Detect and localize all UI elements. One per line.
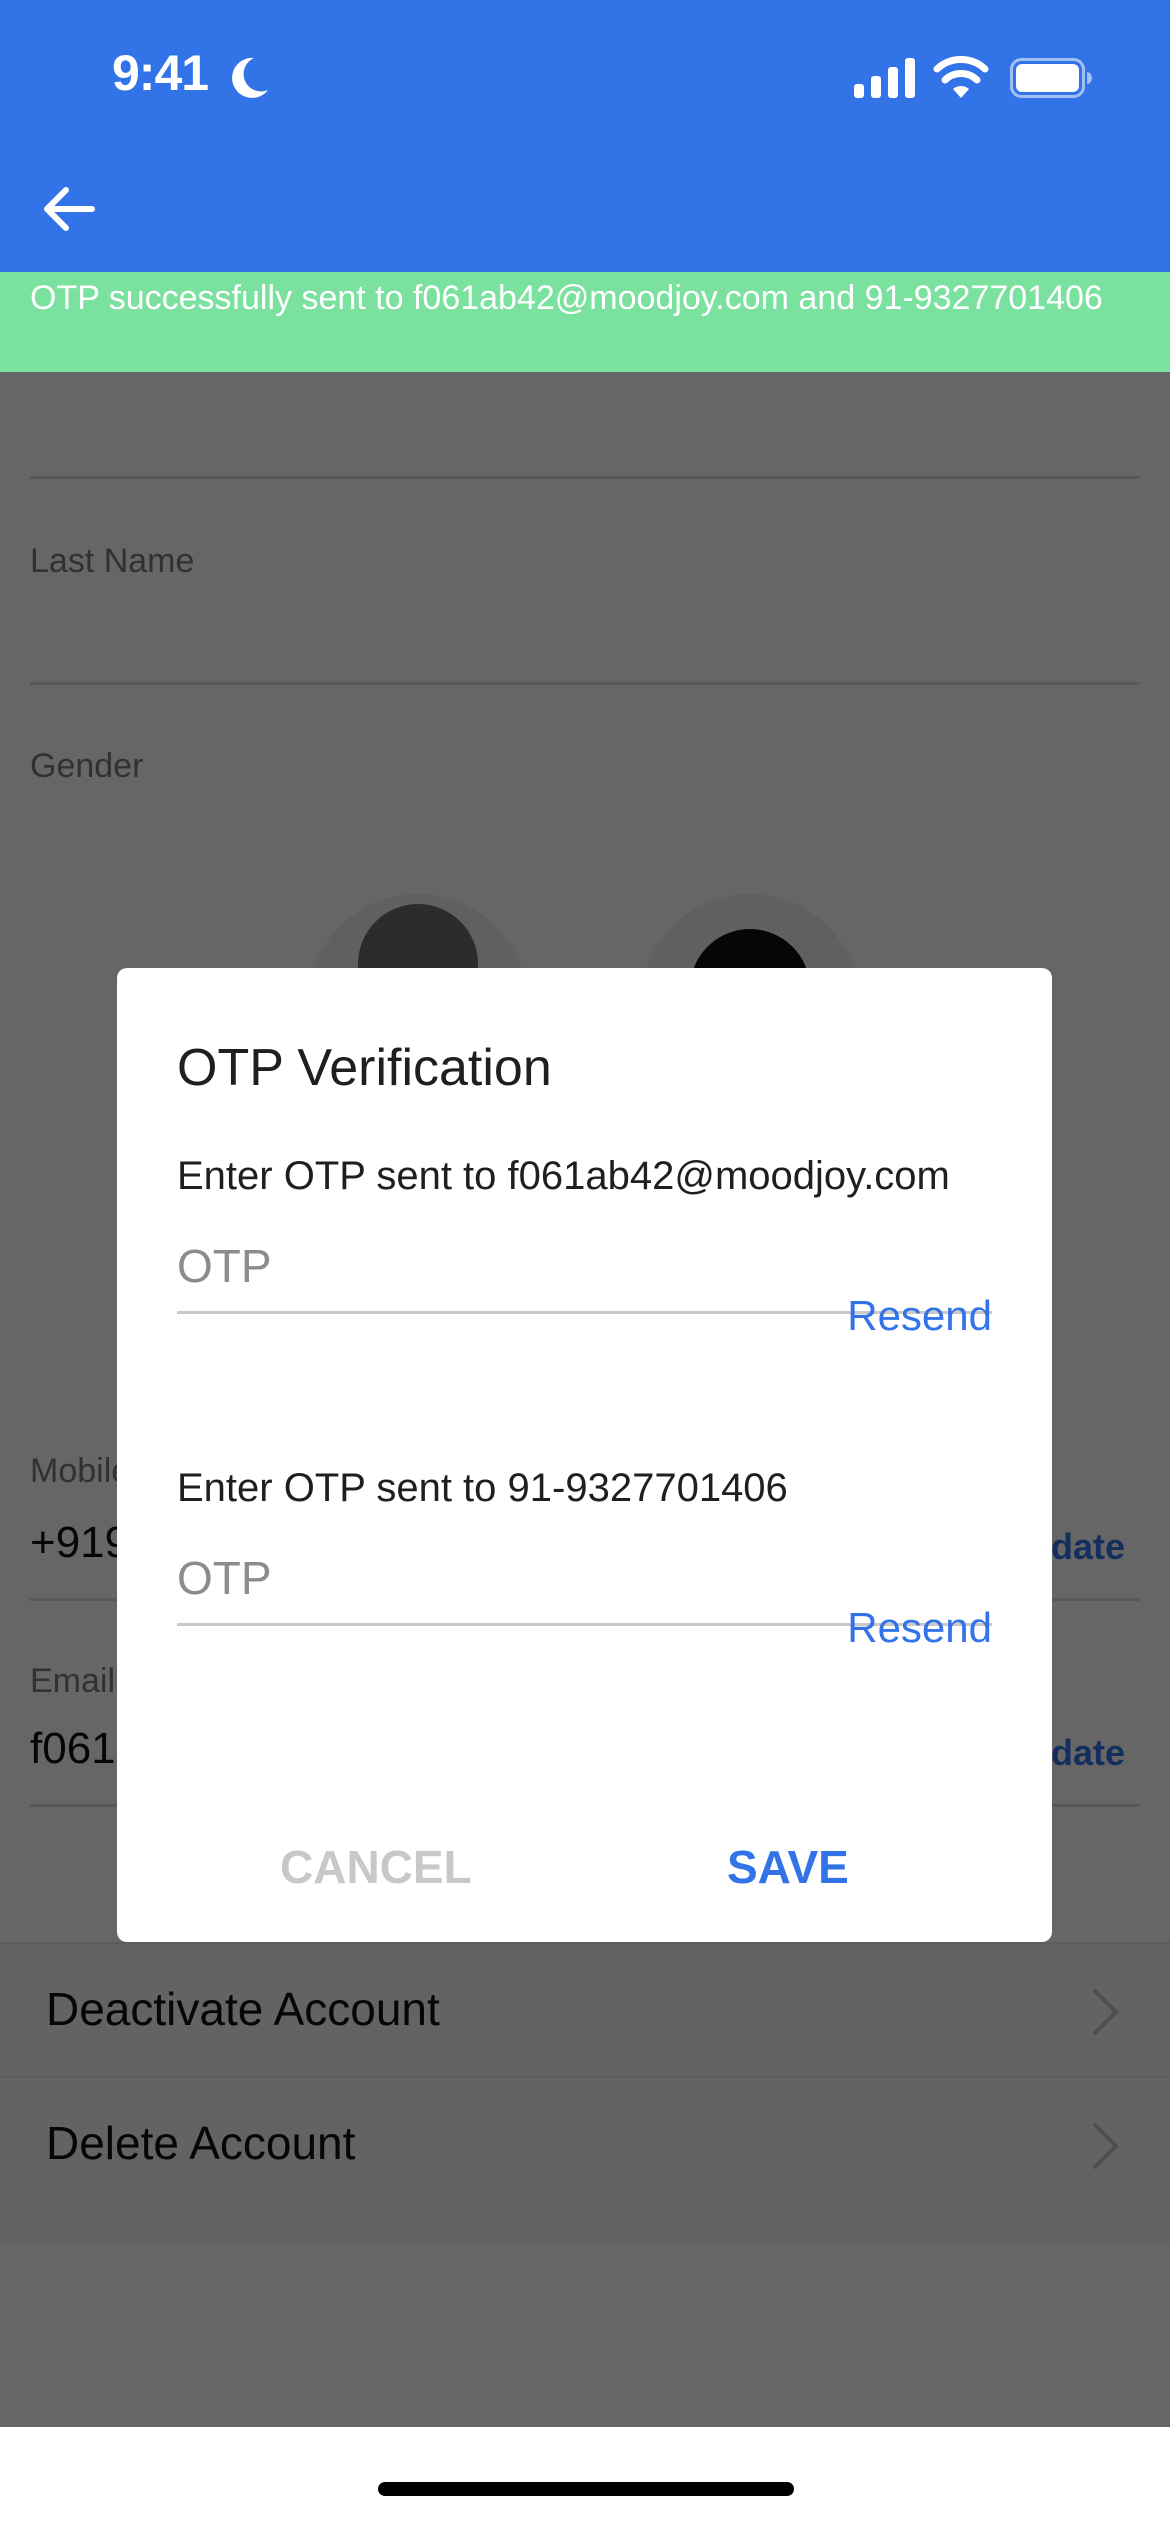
home-indicator[interactable] bbox=[378, 2482, 794, 2496]
email-otp-resend-link[interactable]: Resend bbox=[847, 1292, 992, 1340]
status-bar: 9:41 bbox=[0, 0, 1170, 160]
cellular-signal-icon bbox=[854, 58, 915, 98]
status-time: 9:41 bbox=[112, 45, 209, 101]
cancel-button[interactable]: CANCEL bbox=[280, 1840, 472, 1894]
email-otp-prompt: Enter OTP sent to f061ab42@moodjoy.com bbox=[177, 1154, 950, 1198]
back-arrow-icon[interactable] bbox=[38, 178, 100, 240]
home-indicator-area bbox=[0, 2427, 1170, 2532]
phone-otp-prompt: Enter OTP sent to 91-9327701406 bbox=[177, 1466, 788, 1510]
phone-otp-resend-link[interactable]: Resend bbox=[847, 1604, 992, 1652]
success-toast: OTP successfully sent to f061ab42@moodjo… bbox=[0, 272, 1170, 372]
wifi-icon bbox=[933, 56, 989, 98]
otp-verification-dialog: OTP Verification Enter OTP sent to f061a… bbox=[117, 968, 1052, 1942]
app-bar bbox=[0, 160, 1170, 272]
battery-icon bbox=[1010, 58, 1092, 98]
moon-icon bbox=[232, 57, 268, 98]
save-button[interactable]: SAVE bbox=[727, 1840, 849, 1894]
dialog-title: OTP Verification bbox=[177, 1039, 552, 1097]
